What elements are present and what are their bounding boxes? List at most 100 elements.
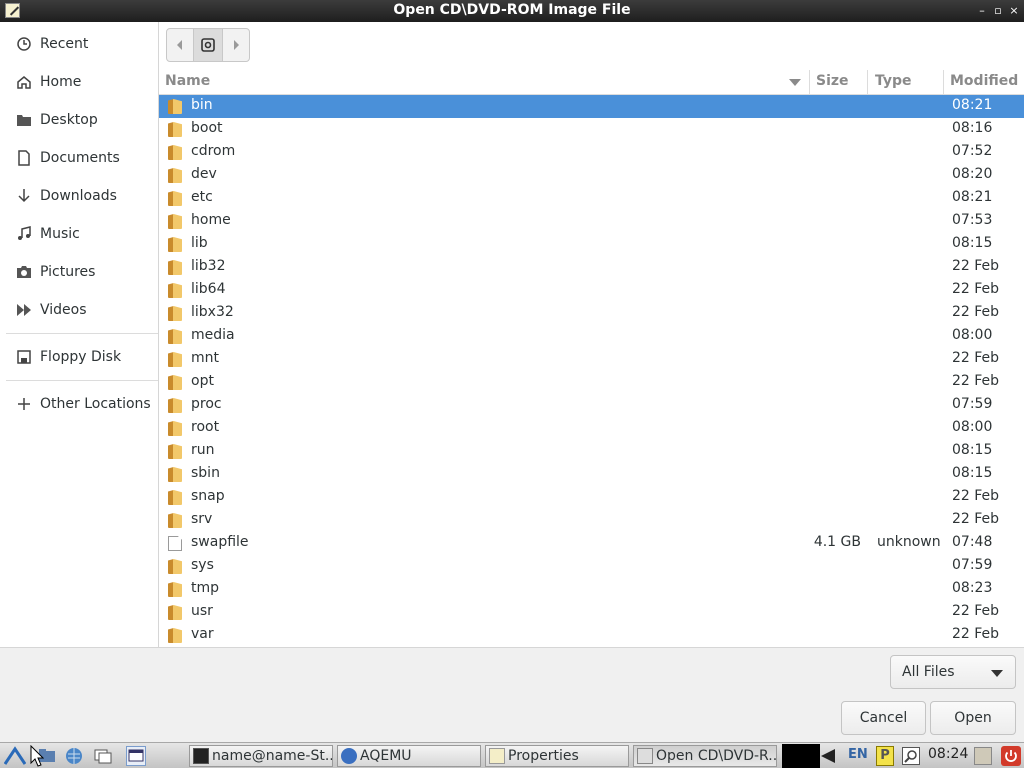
file-name: media: [191, 327, 235, 343]
browser-icon[interactable]: [64, 746, 84, 766]
table-row[interactable]: cdrom 07:52: [159, 141, 1024, 164]
table-row[interactable]: media 08:00: [159, 325, 1024, 348]
folder-icon: [168, 122, 182, 137]
dialog-footer: All Files Cancel Open: [0, 647, 1024, 742]
sidebar-item-label: Pictures: [40, 264, 96, 280]
file-modified: 22 Feb: [952, 258, 1000, 274]
power-icon[interactable]: [1001, 746, 1021, 766]
volume-icon[interactable]: [821, 749, 835, 763]
sidebar-item-downloads[interactable]: Downloads: [0, 177, 158, 215]
show-desktop-icon[interactable]: [93, 746, 113, 766]
task-aqemu[interactable]: AQEMU: [337, 745, 481, 767]
sidebar-item-pictures[interactable]: Pictures: [0, 253, 158, 291]
folder-icon: [168, 283, 182, 298]
minimize-button[interactable]: –: [974, 3, 990, 19]
music-note-icon: [15, 225, 33, 243]
file-type-filter[interactable]: All Files: [890, 655, 1016, 689]
file-name: run: [191, 442, 215, 458]
places-sidebar: Recent Home Desktop Documents Downloads …: [0, 22, 159, 647]
table-row[interactable]: snap 22 Feb: [159, 486, 1024, 509]
floppy-icon: [15, 348, 33, 366]
table-row[interactable]: tmp 08:23: [159, 578, 1024, 601]
close-button[interactable]: ×: [1006, 3, 1022, 19]
properties-edit-icon: [489, 748, 505, 764]
table-row[interactable]: sbin 08:15: [159, 463, 1024, 486]
file-modified: 08:16: [952, 120, 993, 136]
column-type[interactable]: Type: [875, 73, 912, 89]
table-row[interactable]: run 08:15: [159, 440, 1024, 463]
chevron-down-icon: [991, 670, 1003, 677]
file-modified: 07:48: [952, 534, 993, 550]
sidebar-item-desktop[interactable]: Desktop: [0, 101, 158, 139]
dialog-window-icon: [637, 748, 653, 764]
path-forward-button[interactable]: [223, 29, 249, 61]
folder-icon: [168, 444, 182, 459]
table-row[interactable]: dev 08:20: [159, 164, 1024, 187]
file-list: Name Size Type Modified bin 08:21 boot 08:1…: [159, 70, 1024, 647]
table-row[interactable]: lib 08:15: [159, 233, 1024, 256]
file-modified: 07:52: [952, 143, 993, 159]
table-row[interactable]: proc 07:59: [159, 394, 1024, 417]
search-icon[interactable]: [902, 747, 920, 765]
sidebar-item-music[interactable]: Music: [0, 215, 158, 253]
table-row[interactable]: opt 22 Feb: [159, 371, 1024, 394]
maximize-button[interactable]: ▫: [990, 3, 1006, 19]
document-icon: [15, 149, 33, 167]
table-row[interactable]: swapfile 4.1 GB unknown 07:48: [159, 532, 1024, 555]
cancel-button[interactable]: Cancel: [841, 701, 926, 735]
sidebar-item-label: Videos: [40, 302, 87, 318]
sidebar-item-recent[interactable]: Recent: [0, 25, 158, 63]
task-label: AQEMU: [360, 748, 412, 764]
table-row[interactable]: boot 08:16: [159, 118, 1024, 141]
clock[interactable]: 08:24: [928, 746, 968, 762]
file-name: etc: [191, 189, 213, 205]
table-row[interactable]: lib64 22 Feb: [159, 279, 1024, 302]
window-switcher-icon[interactable]: [126, 746, 146, 766]
chevron-right-icon: [234, 40, 239, 50]
table-row[interactable]: srv 22 Feb: [159, 509, 1024, 532]
folder-icon: [168, 145, 182, 160]
table-row[interactable]: sys 07:59: [159, 555, 1024, 578]
path-back-button[interactable]: [167, 29, 193, 61]
column-modified[interactable]: Modified: [950, 73, 1018, 89]
start-menu-icon[interactable]: [3, 746, 27, 766]
file-modified: 08:00: [952, 327, 993, 343]
table-row[interactable]: usr 22 Feb: [159, 601, 1024, 624]
sidebar-item-label: Downloads: [40, 188, 117, 204]
file-icon: [168, 536, 182, 551]
task-terminal[interactable]: name@name-St...: [189, 745, 333, 767]
task-open-dialog[interactable]: Open CD\DVD-R...: [633, 745, 777, 767]
file-modified: 22 Feb: [952, 511, 1000, 527]
open-button[interactable]: Open: [930, 701, 1016, 735]
path-bar: [166, 28, 250, 62]
table-row[interactable]: libx32 22 Feb: [159, 302, 1024, 325]
sidebar-item-videos[interactable]: Videos: [0, 291, 158, 329]
task-properties[interactable]: Properties: [485, 745, 629, 767]
file-name: sbin: [191, 465, 220, 481]
video-icon: [15, 301, 33, 319]
sidebar-item-floppy-disk[interactable]: Floppy Disk: [0, 338, 158, 376]
clipboard-icon[interactable]: P: [876, 746, 894, 766]
table-row[interactable]: lib32 22 Feb: [159, 256, 1024, 279]
sidebar-item-label: Music: [40, 226, 80, 242]
file-name: snap: [191, 488, 225, 504]
file-modified: 07:59: [952, 557, 993, 573]
sidebar-item-other-locations[interactable]: Other Locations: [0, 385, 158, 423]
task-label: Properties: [508, 748, 579, 764]
column-name[interactable]: Name: [165, 73, 210, 89]
keyboard-layout-indicator[interactable]: EN: [848, 747, 868, 762]
user-switch-icon[interactable]: [974, 747, 992, 765]
table-row[interactable]: var 22 Feb: [159, 624, 1024, 647]
table-row[interactable]: etc 08:21: [159, 187, 1024, 210]
column-size[interactable]: Size: [816, 73, 849, 89]
file-modified: 08:23: [952, 580, 993, 596]
table-row[interactable]: root 08:00: [159, 417, 1024, 440]
sidebar-item-documents[interactable]: Documents: [0, 139, 158, 177]
table-row[interactable]: bin 08:21: [159, 95, 1024, 118]
file-modified: 22 Feb: [952, 281, 1000, 297]
sidebar-item-home[interactable]: Home: [0, 63, 158, 101]
table-row[interactable]: mnt 22 Feb: [159, 348, 1024, 371]
path-root-button[interactable]: [193, 29, 223, 61]
table-row[interactable]: home 07:53: [159, 210, 1024, 233]
folder-icon: [168, 628, 182, 643]
